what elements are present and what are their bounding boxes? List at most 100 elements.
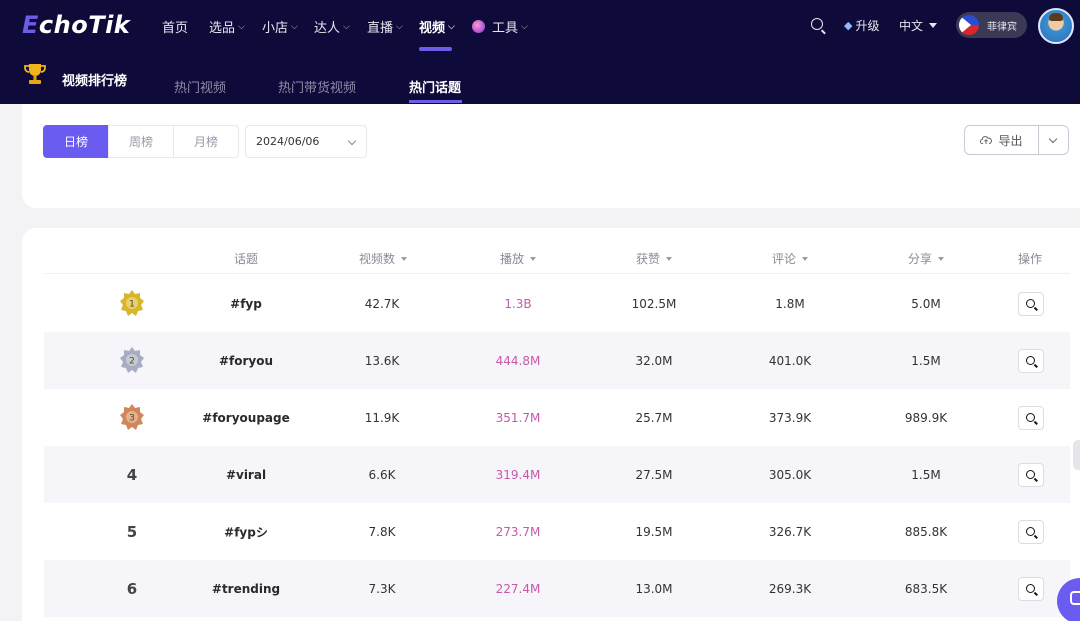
export-dropdown-button[interactable] xyxy=(1039,125,1069,155)
chevron-down-icon: ⌵ xyxy=(343,21,350,32)
share-count: 1.5M xyxy=(911,467,941,482)
magnifier-icon xyxy=(1026,469,1035,479)
tools-icon xyxy=(472,20,485,33)
magnifier-icon xyxy=(1026,298,1035,308)
like-count: 19.5M xyxy=(635,524,673,539)
topic-name[interactable]: #foryou xyxy=(219,354,273,368)
comment-count: 305.0K xyxy=(768,467,812,482)
search-topic-button[interactable] xyxy=(1018,519,1044,544)
nav-item-tools[interactable]: 工具 ⌵ xyxy=(472,17,528,36)
tab-hot-topics[interactable]: 热门话题 xyxy=(409,77,461,96)
magnifier-icon xyxy=(1026,583,1035,593)
export-button[interactable]: 导出 xyxy=(964,125,1039,155)
upload-cloud-icon xyxy=(980,136,993,144)
magnifier-icon xyxy=(1026,355,1035,365)
col-header-likes[interactable]: 获赞 xyxy=(636,250,673,267)
video-count: 6.6K xyxy=(368,467,396,482)
tab-active-indicator xyxy=(409,100,462,103)
comment-count: 401.0K xyxy=(768,353,812,368)
section-title: 视频排行榜 xyxy=(62,74,128,89)
play-count: 1.3B xyxy=(504,296,532,311)
col-header-plays[interactable]: 播放 xyxy=(500,250,537,267)
chevron-down-icon xyxy=(1048,134,1058,144)
search-topic-button[interactable] xyxy=(1018,462,1044,487)
search-icon[interactable] xyxy=(811,18,823,30)
topic-name[interactable]: #fypシ xyxy=(224,523,268,540)
trophy-icon xyxy=(24,64,46,84)
chevron-down-icon xyxy=(347,136,357,146)
period-weekly[interactable]: 周榜 xyxy=(108,125,174,158)
col-header-action: 操作 xyxy=(1017,252,1043,266)
video-count: 11.9K xyxy=(364,410,400,425)
play-count: 273.7M xyxy=(495,524,541,539)
like-count: 32.0M xyxy=(635,353,673,368)
table-row: 3 #foryoupage 11.9K 351.7M 25.7M 373.9K 989.9K xyxy=(44,389,1070,446)
share-count: 5.0M xyxy=(911,296,941,311)
nav-item-videos[interactable]: 视频 ⌵ xyxy=(419,17,455,36)
search-topic-button[interactable] xyxy=(1018,348,1044,373)
nav-item-live[interactable]: 直播 ⌵ xyxy=(367,17,403,36)
topic-name[interactable]: #foryoupage xyxy=(202,411,289,425)
tab-hot-videos[interactable]: 热门视频 xyxy=(174,77,226,96)
silver-medal-icon: 2 xyxy=(120,346,144,373)
col-header-shares[interactable]: 分享 xyxy=(908,250,945,267)
magnifier-icon xyxy=(1026,412,1035,422)
chevron-down-icon: ⌵ xyxy=(448,21,455,32)
video-count: 42.7K xyxy=(364,296,400,311)
search-topic-button[interactable] xyxy=(1018,576,1044,601)
sort-icon xyxy=(802,256,809,261)
echotik-logo[interactable]: EchoTik xyxy=(22,11,130,39)
like-count: 27.5M xyxy=(635,467,673,482)
nav-item-products[interactable]: 选品 ⌵ xyxy=(209,17,245,36)
col-header-videos[interactable]: 视频数 xyxy=(359,250,408,267)
video-count: 7.8K xyxy=(368,524,396,539)
tab-hot-sales-videos[interactable]: 热门带货视频 xyxy=(278,77,356,96)
side-scroll-handle[interactable] xyxy=(1073,440,1080,470)
chat-icon xyxy=(1070,591,1080,605)
topic-name[interactable]: #fyp xyxy=(230,297,262,311)
share-count: 683.5K xyxy=(904,581,948,596)
col-header-comments[interactable]: 评论 xyxy=(772,250,809,267)
region-select[interactable]: 菲律宾 xyxy=(956,12,1027,38)
period-monthly[interactable]: 月榜 xyxy=(173,125,239,158)
period-daily[interactable]: 日榜 xyxy=(43,125,109,158)
svg-text:1: 1 xyxy=(129,299,135,309)
upgrade-button[interactable]: ◆ 升级 xyxy=(844,17,879,34)
date-picker[interactable]: 2024/06/06 xyxy=(245,125,367,158)
filter-panel: 日榜 周榜 月榜 2024/06/06 导出 xyxy=(22,104,1080,208)
nav-item-influencers[interactable]: 达人 ⌵ xyxy=(314,17,350,36)
chevron-down-icon: ⌵ xyxy=(396,21,403,32)
like-count: 13.0M xyxy=(635,581,673,596)
play-count: 444.8M xyxy=(495,353,541,368)
sort-icon xyxy=(666,256,673,261)
table-row: 1 #fyp 42.7K 1.3B 102.5M 1.8M 5.0M xyxy=(44,275,1070,332)
gold-medal-icon: 1 xyxy=(120,289,144,316)
col-header-topic: 话题 xyxy=(233,252,259,266)
language-select[interactable]: 中文 xyxy=(899,17,938,34)
nav-item-home[interactable]: 首页 xyxy=(162,17,188,36)
video-count: 13.6K xyxy=(364,353,400,368)
date-value: 2024/06/06 xyxy=(256,135,320,148)
play-count: 319.4M xyxy=(495,467,541,482)
search-topic-button[interactable] xyxy=(1018,291,1044,316)
chevron-down-icon: ⌵ xyxy=(291,21,298,32)
search-topic-button[interactable] xyxy=(1018,405,1044,430)
region-label: 菲律宾 xyxy=(987,21,1017,33)
caret-down-icon xyxy=(929,23,938,28)
play-count: 351.7M xyxy=(495,410,541,425)
nav-active-indicator xyxy=(419,47,452,51)
sort-icon xyxy=(938,256,945,261)
like-count: 25.7M xyxy=(635,410,673,425)
user-avatar[interactable] xyxy=(1038,8,1074,44)
table-row: 4 #viral 6.6K 319.4M 27.5M 305.0K 1.5M xyxy=(44,446,1070,503)
rank-number: 6 xyxy=(126,579,138,598)
table-row: 6 #trending 7.3K 227.4M 13.0M 269.3K 683.5K xyxy=(44,560,1070,617)
philippines-flag-icon xyxy=(959,15,979,35)
comment-count: 1.8M xyxy=(775,296,805,311)
nav-item-shops[interactable]: 小店 ⌵ xyxy=(262,17,298,36)
topic-name[interactable]: #viral xyxy=(226,468,266,482)
topic-name[interactable]: #trending xyxy=(212,582,280,596)
comment-count: 326.7K xyxy=(768,524,812,539)
chevron-down-icon: ⌵ xyxy=(521,21,528,32)
comment-count: 373.9K xyxy=(768,410,812,425)
